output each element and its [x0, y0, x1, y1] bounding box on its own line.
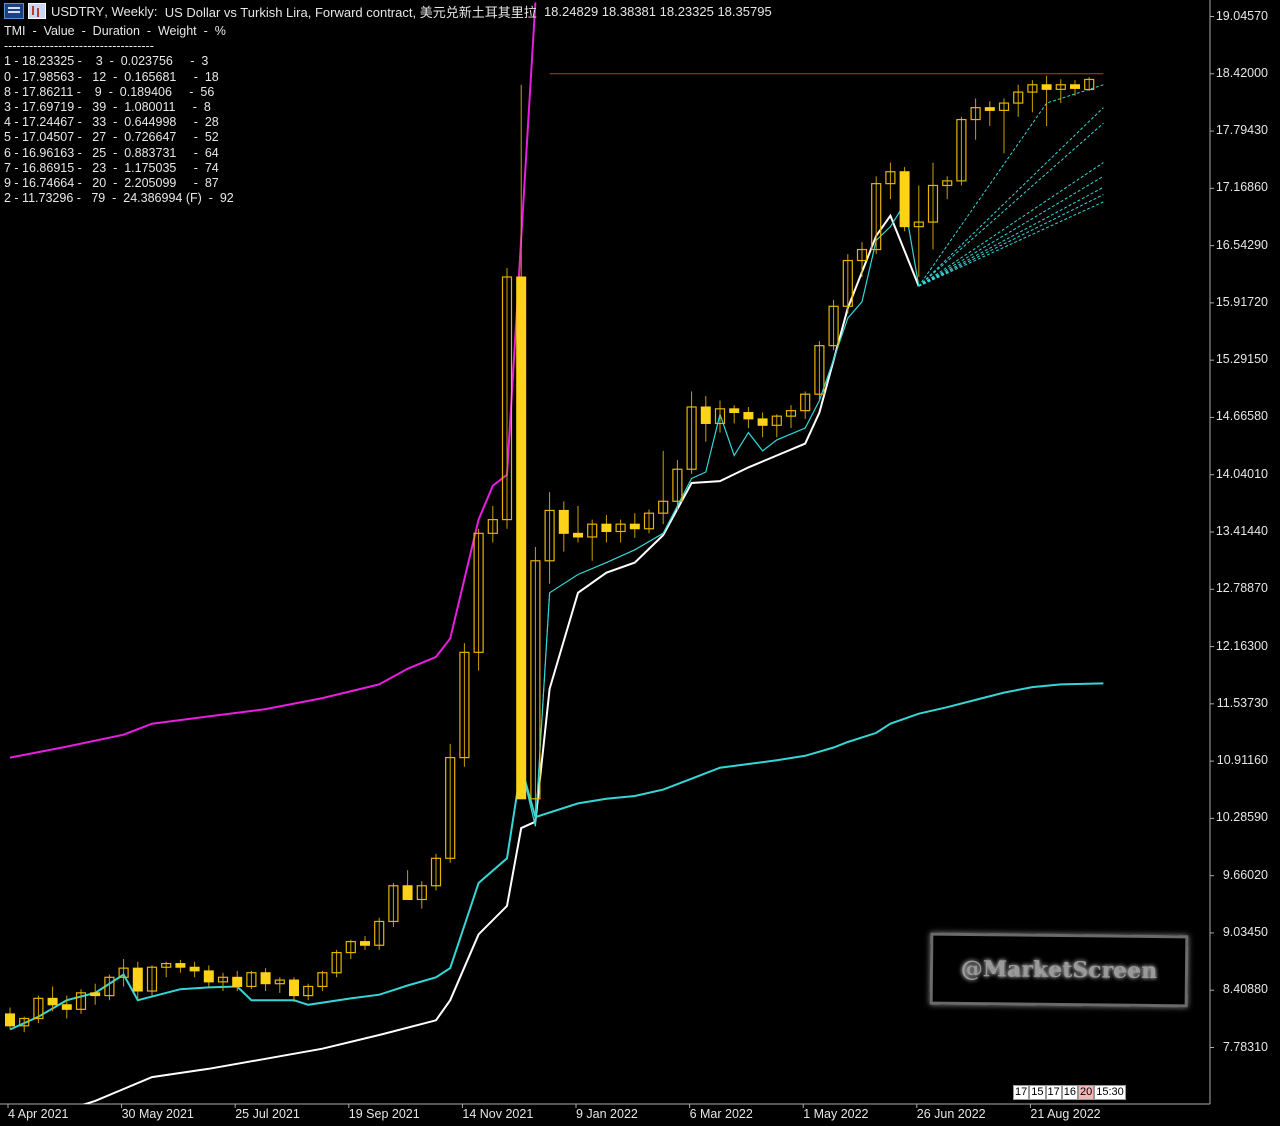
candle-body-bear [175, 963, 186, 968]
chart-header: USDTRY, Weekly: US Dollar vs Turkish Lir… [0, 0, 772, 22]
price-tick-label: 13.41440 [1215, 524, 1268, 538]
cyan-trend-line [520, 202, 920, 827]
tmi-fan-line [918, 201, 1104, 287]
candle-body-bear [402, 885, 413, 900]
price-tick-label: 9.66020 [1222, 867, 1268, 882]
time-part: 17 [1045, 1085, 1062, 1100]
tmi-row: 8 - 17.86211 - 9 - 0.189406 - 56 [4, 84, 215, 99]
tmi-title: TMI - Value - Duration - Weight - % [4, 24, 226, 38]
candle-body-bear [601, 523, 612, 532]
tmi-panel: TMI - Value - Duration - Weight - % ----… [4, 24, 234, 206]
time-tick-label: 4 Apr 2021 [8, 1107, 69, 1121]
price-tick-label: 15.29150 [1215, 352, 1268, 367]
price-tick-label: 9.03450 [1222, 924, 1268, 939]
tmi-fan-line [918, 107, 1104, 287]
price-tick-label: 10.91160 [1216, 753, 1268, 768]
chart-type-icon[interactable] [28, 3, 46, 19]
timeframe-label: Weekly: [111, 3, 158, 19]
time-tick-label: 14 Nov 2021 [462, 1107, 534, 1121]
tmi-row: 5 - 17.04507 - 27 - 0.726647 - 52 [4, 130, 219, 145]
candle-body-bear [132, 967, 143, 992]
tmi-fan-line [918, 175, 1104, 287]
price-tick-label: 16.54290 [1215, 237, 1268, 252]
tmi-fan-line [918, 194, 1104, 287]
time-tick-label: 26 Jun 2022 [916, 1107, 986, 1121]
candle-body-bear [984, 107, 995, 111]
candle-body-bear [203, 970, 214, 983]
watermark: @MarketScreen [929, 932, 1189, 1008]
price-tick-label: 14.66580 [1215, 409, 1268, 424]
price-tick-label: 15.91720 [1215, 294, 1268, 309]
symbol-description: US Dollar vs Turkish Lira, Forward contr… [164, 4, 537, 20]
candle-body-bear [743, 411, 754, 420]
symbol-label: USDTRY [51, 3, 105, 19]
tmi-row: 9 - 16.74664 - 20 - 2.205099 - 87 [4, 176, 219, 191]
candle-body-bear [573, 532, 583, 538]
tmi-fan-line [918, 186, 1104, 287]
tmi-row: 6 - 16.96163 - 25 - 0.883731 - 64 [4, 145, 219, 160]
candle-body-bear [1070, 84, 1080, 89]
candle-body-bear [90, 992, 101, 997]
candle-body-bear [360, 941, 370, 946]
tmi-row: 4 - 17.24467 - 33 - 0.644998 - 28 [4, 115, 219, 130]
candle-body-bear [729, 408, 740, 413]
price-tick-label: 12.78870 [1215, 581, 1268, 596]
tmi-separator: ------------------------------------ [4, 39, 154, 54]
price-tick-label: 18.42000 [1215, 65, 1268, 80]
candle-body-bear [61, 1004, 72, 1010]
time-tick-label: 19 Sep 2021 [348, 1107, 420, 1121]
time-tick-label: 25 Jul 2021 [235, 1107, 300, 1121]
time-tick-label: 6 Mar 2022 [689, 1107, 753, 1121]
candle-body-bear [899, 171, 910, 228]
price-tick-label: 7.78310 [1222, 1039, 1268, 1054]
candle-body-bear [629, 523, 640, 530]
price-tick-label: 11.53730 [1216, 695, 1268, 710]
price-tick-label: 14.04010 [1215, 466, 1268, 481]
candle-body-bear [558, 509, 569, 534]
tmi-row: 7 - 16.86915 - 23 - 1.175035 - 74 [4, 160, 219, 175]
time-tick-label: 30 May 2021 [121, 1107, 194, 1121]
time-tick-label: 9 Jan 2022 [576, 1107, 638, 1121]
candle-body-bear [700, 406, 711, 424]
tmi-fan-line [918, 122, 1104, 287]
candle-body-bear [5, 1013, 15, 1027]
tmi-row: 1 - 18.23325 - 3 - 0.023756 - 3 [4, 54, 209, 69]
candle-body-bear [47, 997, 58, 1006]
candle-body-bear [516, 276, 527, 800]
candle-body-bear [189, 966, 200, 972]
price-tick-label: 8.40880 [1222, 982, 1268, 997]
time-tick-label: 1 May 2022 [803, 1107, 869, 1121]
candle-body-bear [1041, 84, 1052, 90]
candle-body-bear [260, 972, 271, 985]
time-part: 17 [1013, 1085, 1030, 1100]
time-readout: 17 15 17 16 20 15:30 [1013, 1085, 1126, 1100]
candle-body-bear [232, 976, 243, 987]
price-tick-label: 19.04570 [1215, 8, 1268, 23]
time-tick-label: 21 Aug 2022 [1030, 1107, 1101, 1121]
time-part: 15:30 [1094, 1085, 1126, 1100]
time-part: 16 [1061, 1085, 1078, 1100]
tmi-row: 2 - 11.73296 - 79 - 24.386994 (F) - 92 [4, 191, 234, 206]
tmi-row: 0 - 17.98563 - 12 - 0.165681 - 18 [4, 69, 219, 84]
price-tick-label: 17.16860 [1215, 180, 1268, 195]
candle-body-bear [757, 418, 768, 426]
candle-body-bear [289, 979, 299, 997]
menu-icon[interactable] [4, 3, 24, 19]
ohlc-values: 18.24829 18.38381 18.23325 18.35795 [543, 3, 772, 19]
price-tick-label: 12.16300 [1215, 638, 1268, 653]
price-tick-label: 17.79430 [1215, 123, 1268, 138]
time-part: 15 [1029, 1085, 1046, 1100]
price-tick-label: 10.28590 [1215, 810, 1268, 825]
tmi-row: 3 - 17.69719 - 39 - 1.080011 - 8 [4, 100, 211, 115]
time-part: 20 [1078, 1085, 1095, 1100]
